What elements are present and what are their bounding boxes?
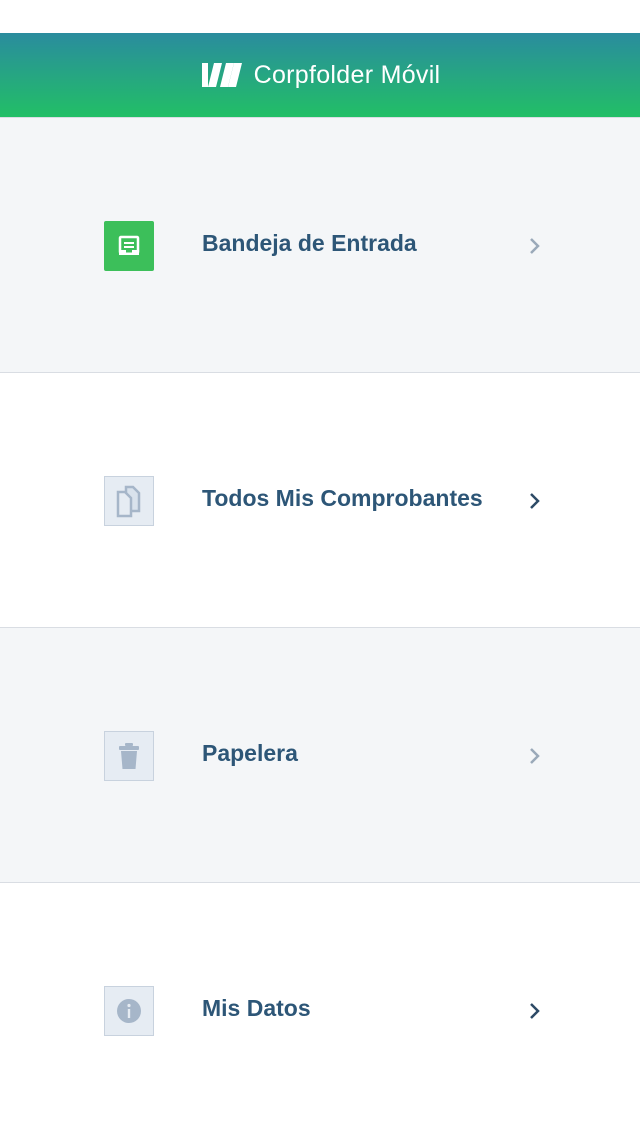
menu-item-all-receipts[interactable]: Todos Mis Comprobantes <box>0 373 640 628</box>
status-bar <box>0 0 640 33</box>
menu-item-trash[interactable]: Papelera <box>0 628 640 883</box>
corpfolder-logo-icon <box>201 63 242 87</box>
inbox-icon <box>104 221 154 271</box>
app-header: Corpfolder Móvil <box>0 33 640 117</box>
main-menu: Bandeja de Entrada Todos Mis Comprobante… <box>0 117 640 1136</box>
trash-icon <box>104 731 154 781</box>
menu-item-inbox[interactable]: Bandeja de Entrada <box>0 118 640 373</box>
chevron-right-icon <box>530 493 540 509</box>
info-icon <box>104 986 154 1036</box>
chevron-right-icon <box>530 748 540 764</box>
menu-item-my-data[interactable]: Mis Datos <box>0 883 640 1136</box>
menu-item-label: Papelera <box>202 740 298 766</box>
menu-item-label: Bandeja de Entrada <box>202 230 417 256</box>
app-title: Corpfolder Móvil <box>253 60 441 89</box>
chevron-right-icon <box>530 238 540 254</box>
menu-item-label: Mis Datos <box>202 995 311 1021</box>
chevron-right-icon <box>530 1003 540 1019</box>
menu-item-label: Todos Mis Comprobantes <box>202 485 483 511</box>
documents-icon <box>104 476 154 526</box>
